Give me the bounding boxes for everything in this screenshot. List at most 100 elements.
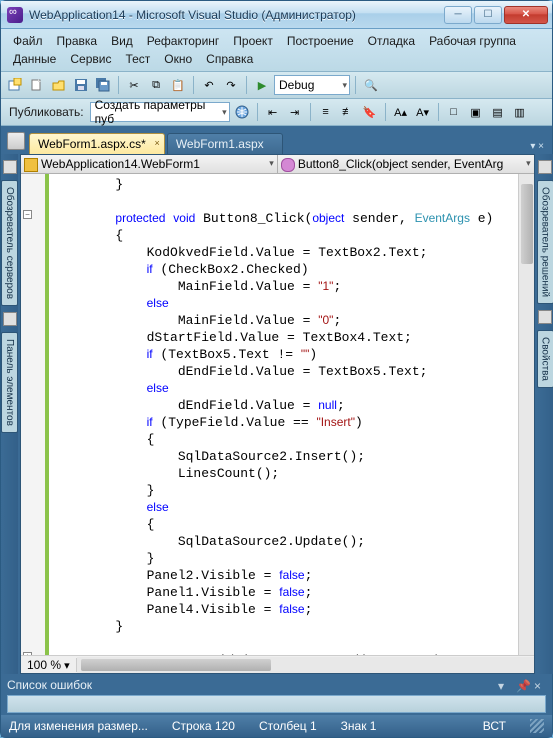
toggle-a-button[interactable]: □ xyxy=(444,102,464,122)
class-label: WebApplication14.WebForm1 xyxy=(41,157,200,171)
left-side-panels: Обозреватель серверов Панель элементов xyxy=(1,154,18,674)
menu-project[interactable]: Проект xyxy=(227,32,279,50)
tab-label: WebForm1.aspx.cs* xyxy=(38,137,146,151)
menu-help[interactable]: Справка xyxy=(200,50,259,68)
window-title: WebApplication14 - Microsoft Visual Stud… xyxy=(29,8,444,22)
main-menu-bar: Файл Правка Вид Рефакторинг Проект Постр… xyxy=(1,29,552,72)
resize-grip-icon[interactable] xyxy=(530,719,544,733)
font-increase-button[interactable]: A▴ xyxy=(391,102,411,122)
copy-button[interactable]: ⧉ xyxy=(146,75,166,95)
toggle-d-button[interactable]: ▥ xyxy=(510,102,530,122)
status-line: Строка 120 xyxy=(172,719,235,733)
status-hint: Для изменения размер... xyxy=(9,719,148,733)
tab-webform1-aspx[interactable]: WebForm1.aspx xyxy=(167,133,283,154)
publish-target-combo[interactable]: Создать параметры пуб xyxy=(90,102,230,122)
solution-explorer-tab[interactable]: Обозреватель решений xyxy=(537,180,553,304)
menu-data[interactable]: Данные xyxy=(7,50,62,68)
font-decrease-button[interactable]: A▾ xyxy=(413,102,433,122)
editor-gutter: − + xyxy=(21,174,49,655)
status-bar: Для изменения размер... Строка 120 Столб… xyxy=(1,715,552,737)
toggle-b-button[interactable]: ▣ xyxy=(466,102,486,122)
menu-view[interactable]: Вид xyxy=(105,32,139,50)
toggle-c-button[interactable]: ▤ xyxy=(488,102,508,122)
solution-explorer-icon xyxy=(538,160,552,174)
undo-button[interactable]: ↶ xyxy=(199,75,219,95)
editor-nav-bar: WebApplication14.WebForm1 Button8_Click(… xyxy=(21,155,534,174)
error-list-toolbar[interactable] xyxy=(7,695,546,713)
server-explorer-tab[interactable]: Обозреватель серверов xyxy=(1,180,18,306)
cut-button[interactable]: ✂ xyxy=(124,75,144,95)
close-button[interactable]: ✕ xyxy=(504,6,548,24)
uncomment-button[interactable]: ≢ xyxy=(338,102,358,122)
code-editor: WebApplication14.WebForm1 Button8_Click(… xyxy=(20,154,535,674)
editor-bottom-bar: 100 % ▾ xyxy=(21,655,534,673)
autohide-pin-icon[interactable]: 📌 xyxy=(516,679,528,691)
indent-decrease-button[interactable]: ⇤ xyxy=(263,102,283,122)
toolbox-icon xyxy=(3,312,17,326)
vs-logo-icon xyxy=(7,7,23,23)
work-area: Обозреватель серверов Панель элементов W… xyxy=(1,154,552,674)
document-tabs: WebForm1.aspx.cs* × WebForm1.aspx ▾ × xyxy=(1,126,552,154)
add-item-button[interactable] xyxy=(27,75,47,95)
maximize-button[interactable]: ☐ xyxy=(474,6,502,24)
find-button[interactable]: 🔍 xyxy=(361,75,381,95)
menu-test[interactable]: Тест xyxy=(119,50,156,68)
tab-webform1-cs[interactable]: WebForm1.aspx.cs* × xyxy=(29,133,165,154)
outline-collapse-button[interactable]: + xyxy=(23,652,32,655)
paste-button[interactable]: 📋 xyxy=(168,75,188,95)
panel-close-icon[interactable]: × xyxy=(534,679,546,691)
error-list-title[interactable]: Список ошибок xyxy=(7,678,492,692)
solution-config-combo[interactable]: Debug xyxy=(274,75,350,95)
vertical-scrollbar[interactable] xyxy=(518,174,534,655)
hscroll-thumb[interactable] xyxy=(81,659,271,671)
save-button[interactable] xyxy=(71,75,91,95)
publish-target-label: Создать параметры пуб xyxy=(95,98,215,126)
solution-config-label: Debug xyxy=(279,78,314,92)
code-text[interactable]: } protected void Button8_Click(object se… xyxy=(49,174,518,655)
start-debug-button[interactable]: ▶ xyxy=(252,75,272,95)
tab-label: WebForm1.aspx xyxy=(176,137,264,151)
close-tab-icon[interactable]: × xyxy=(155,138,160,148)
menu-window[interactable]: Окно xyxy=(158,50,198,68)
status-column: Столбец 1 xyxy=(259,719,317,733)
error-list-panel: Список ошибок ▾ 📌 × xyxy=(1,674,552,715)
code-viewport[interactable]: − + } protected void Button8_Click(objec… xyxy=(21,174,534,655)
standard-toolbar: ✂ ⧉ 📋 ↶ ↷ ▶ Debug 🔍 xyxy=(1,72,552,99)
tab-overflow-button[interactable]: ▾ × xyxy=(526,139,548,154)
menu-edit[interactable]: Правка xyxy=(51,32,104,50)
menu-service[interactable]: Сервис xyxy=(64,50,117,68)
publish-label: Публиковать: xyxy=(5,105,88,119)
menu-debug[interactable]: Отладка xyxy=(362,32,421,50)
right-side-panels: Обозреватель решений Свойства xyxy=(537,154,553,674)
comment-button[interactable]: ≡ xyxy=(316,102,336,122)
zoom-combo[interactable]: 100 % ▾ xyxy=(21,658,77,672)
menu-refactor[interactable]: Рефакторинг xyxy=(141,32,226,50)
publish-toolbar: Публиковать: Создать параметры пуб ⇤ ⇥ ≡… xyxy=(1,99,552,126)
toolbox-tab[interactable]: Панель элементов xyxy=(1,332,18,433)
class-selector[interactable]: WebApplication14.WebForm1 xyxy=(21,155,278,173)
redo-button[interactable]: ↷ xyxy=(221,75,241,95)
outline-collapse-button[interactable]: − xyxy=(23,210,32,219)
indent-increase-button[interactable]: ⇥ xyxy=(285,102,305,122)
publish-button[interactable] xyxy=(232,102,252,122)
window-titlebar: WebApplication14 - Microsoft Visual Stud… xyxy=(1,1,552,29)
menu-team[interactable]: Рабочая группа xyxy=(423,32,522,50)
zoom-label: 100 % xyxy=(27,658,61,672)
status-insert-mode: ВСТ xyxy=(483,719,506,733)
minimize-button[interactable]: ─ xyxy=(444,6,472,24)
properties-tab[interactable]: Свойства xyxy=(537,330,553,388)
bookmark-button[interactable]: 🔖 xyxy=(360,102,380,122)
menu-file[interactable]: Файл xyxy=(7,32,49,50)
menu-build[interactable]: Построение xyxy=(281,32,360,50)
status-char: Знак 1 xyxy=(341,719,377,733)
horizontal-scrollbar[interactable] xyxy=(77,657,534,673)
member-selector[interactable]: Button8_Click(object sender, EventArg xyxy=(278,155,534,173)
properties-icon xyxy=(538,310,552,324)
scrollbar-thumb[interactable] xyxy=(521,184,533,264)
new-project-button[interactable] xyxy=(5,75,25,95)
member-label: Button8_Click(object sender, EventArg xyxy=(298,157,503,171)
window-position-icon[interactable]: ▾ xyxy=(498,679,510,691)
save-all-button[interactable] xyxy=(93,75,113,95)
server-explorer-icon xyxy=(3,160,17,174)
open-button[interactable] xyxy=(49,75,69,95)
